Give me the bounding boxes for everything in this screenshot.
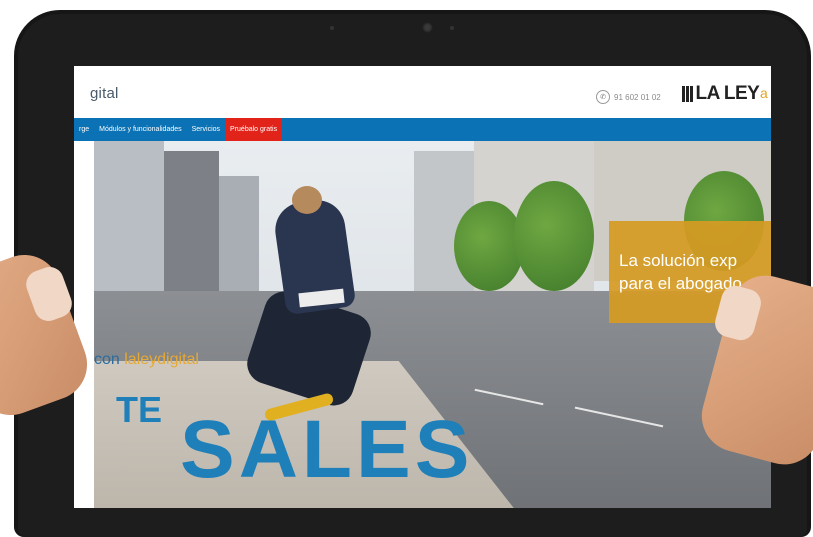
site-logo[interactable]: gital	[90, 85, 119, 102]
tablet-screen: gital ✆ 91 602 01 02 LA LEY a rge Módulo…	[74, 66, 771, 508]
headline-small: TE	[116, 389, 163, 430]
hero-tree	[454, 201, 524, 291]
sensor-dot	[450, 26, 454, 30]
sensor-dot	[330, 26, 334, 30]
main-nav: rge Módulos y funcionalidades Servicios …	[74, 118, 771, 141]
tagline-prefix: con	[94, 351, 125, 368]
phone-number: 91 602 01 02	[614, 92, 661, 102]
nav-item-servicios[interactable]: Servicios	[187, 118, 225, 141]
promo-text: La solución exp para el abogado	[619, 249, 742, 295]
brand-name: LA LEY	[695, 83, 760, 104]
headline-large: SALES	[180, 404, 474, 495]
hero-building	[94, 141, 164, 291]
brand-bars-icon	[682, 86, 693, 102]
phone-contact[interactable]: ✆ 91 602 01 02	[596, 90, 661, 104]
tagline-brand: laleydigital	[124, 351, 199, 368]
phone-icon: ✆	[596, 90, 610, 104]
hero-tagline: con laleydigital	[94, 351, 199, 369]
brand-logo[interactable]: LA LEY	[682, 83, 760, 105]
hero-building	[164, 151, 219, 291]
tablet-frame: gital ✆ 91 602 01 02 LA LEY a rge Módulo…	[14, 10, 811, 537]
hero-banner: La solución exp para el abogado con lale…	[94, 141, 771, 508]
nav-item-pruebalo-gratis[interactable]: Pruébalo gratis	[225, 118, 283, 141]
promo-line: La solución exp	[619, 251, 738, 270]
skater-figure	[292, 186, 322, 214]
hero-tree	[514, 181, 594, 291]
front-camera	[422, 22, 433, 33]
site-header: gital ✆ 91 602 01 02 LA LEY a	[74, 66, 771, 118]
nav-item-modulos[interactable]: Módulos y funcionalidades	[94, 118, 187, 141]
hero-building	[219, 176, 259, 291]
brand-tail: a	[760, 85, 768, 101]
nav-item-partial[interactable]: rge	[74, 118, 94, 141]
